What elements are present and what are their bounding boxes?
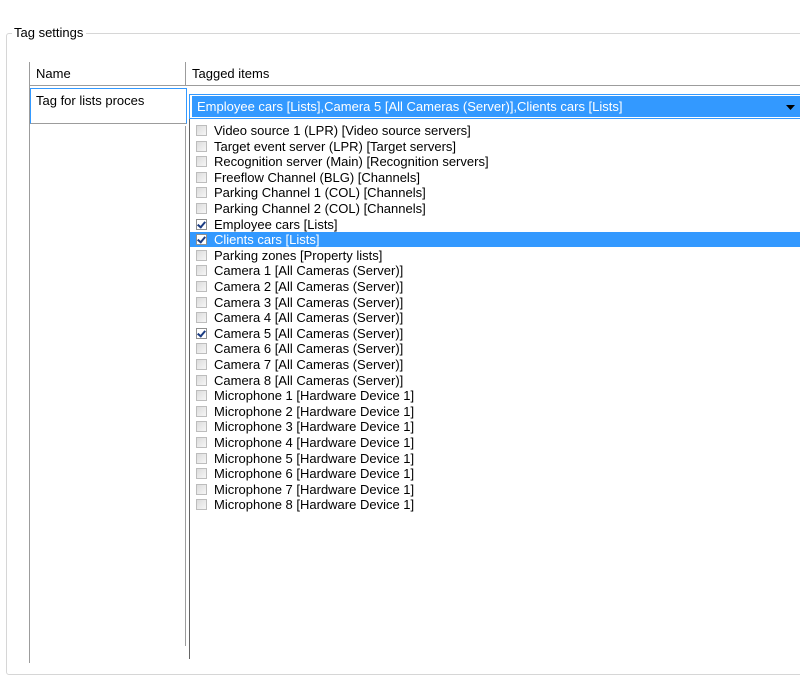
checkbox-unchecked[interactable] — [196, 203, 207, 214]
checkbox-checked[interactable] — [196, 218, 207, 230]
dropdown-item-label: Microphone 2 [Hardware Device 1] — [214, 403, 415, 419]
checkbox-unchecked[interactable] — [196, 452, 207, 464]
dropdown-item[interactable]: Parking zones [Property lists] — [190, 248, 800, 263]
checkbox-unchecked[interactable] — [196, 140, 207, 152]
dropdown-item-label: Camera 8 [All Cameras (Server)] — [214, 372, 404, 388]
checkbox-checked[interactable] — [196, 327, 207, 339]
dropdown-item[interactable]: Microphone 2 [Hardware Device 1] — [190, 404, 800, 419]
dropdown-item-label: Camera 6 [All Cameras (Server)] — [214, 341, 404, 357]
dropdown-item[interactable]: Camera 3 [All Cameras (Server)] — [190, 295, 800, 310]
dropdown-item-label: Camera 5 [All Cameras (Server)] — [214, 325, 404, 341]
dropdown-item[interactable]: Parking Channel 1 (COL) [Channels] — [190, 185, 800, 200]
checkbox-unchecked[interactable] — [196, 296, 207, 308]
checkbox-unchecked[interactable] — [196, 171, 207, 183]
checkbox-unchecked[interactable] — [196, 483, 207, 495]
dropdown-item[interactable]: Microphone 4 [Hardware Device 1] — [190, 435, 800, 450]
dropdown-item[interactable]: Microphone 7 [Hardware Device 1] — [190, 482, 800, 497]
dropdown-item[interactable]: Camera 8 [All Cameras (Server)] — [190, 373, 800, 388]
checkbox-unchecked[interactable] — [196, 281, 207, 292]
dropdown-item[interactable]: Microphone 5 [Hardware Device 1] — [190, 451, 800, 466]
dropdown-item-label: Recognition server (Main) [Recognition s… — [214, 154, 489, 170]
dropdown-item-label: Freeflow Channel (BLG) [Channels] — [214, 169, 420, 185]
dropdown-item-label: Microphone 3 [Hardware Device 1] — [214, 419, 415, 435]
checkbox-unchecked[interactable] — [196, 374, 207, 386]
dropdown-item[interactable]: Camera 6 [All Cameras (Server)] — [190, 341, 800, 356]
dropdown-item-label: Employee cars [Lists] — [214, 216, 338, 232]
checkbox-unchecked[interactable] — [196, 499, 207, 511]
dropdown-item-label: Microphone 6 [Hardware Device 1] — [214, 466, 415, 482]
dropdown-item-label: Camera 3 [All Cameras (Server)] — [214, 294, 404, 310]
dropdown-item[interactable]: Microphone 8 [Hardware Device 1] — [190, 497, 800, 512]
dropdown-item-label: Parking Channel 1 (COL) [Channels] — [214, 185, 426, 201]
checkbox-unchecked[interactable] — [196, 125, 207, 136]
dropdown-item-label: Parking zones [Property lists] — [214, 247, 383, 263]
tagged-items-value: Employee cars [Lists],Camera 5 [All Came… — [192, 96, 780, 117]
tagged-items-combobox[interactable]: Employee cars [Lists],Camera 5 [All Came… — [189, 94, 800, 119]
group-title: Tag settings — [12, 24, 87, 41]
tag-name-cell[interactable]: Tag for lists proces — [30, 88, 187, 124]
dropdown-item-label: Parking Channel 2 (COL) [Channels] — [214, 201, 426, 216]
column-header-tagged-items[interactable]: Tagged items — [186, 62, 800, 86]
dropdown-item-label: Camera 2 [All Cameras (Server)] — [214, 279, 404, 294]
checkbox-unchecked[interactable] — [196, 359, 207, 370]
checkbox-unchecked[interactable] — [196, 249, 207, 261]
dropdown-item-label: Microphone 1 [Hardware Device 1] — [214, 388, 415, 404]
dropdown-item[interactable]: Employee cars [Lists] — [190, 217, 800, 232]
dropdown-item-label: Video source 1 (LPR) [Video source serve… — [214, 123, 471, 138]
dropdown-item[interactable]: Freeflow Channel (BLG) [Channels] — [190, 170, 800, 185]
dropdown-item[interactable]: Camera 4 [All Cameras (Server)] — [190, 310, 800, 325]
dropdown-item-label: Camera 1 [All Cameras (Server)] — [214, 263, 404, 279]
dropdown-item[interactable]: Camera 2 [All Cameras (Server)] — [190, 279, 800, 294]
dropdown-item-label: Microphone 5 [Hardware Device 1] — [214, 450, 415, 466]
checkbox-unchecked[interactable] — [196, 265, 207, 277]
checkbox-unchecked[interactable] — [196, 390, 207, 402]
dropdown-item-label: Microphone 4 [Hardware Device 1] — [214, 435, 415, 450]
dropdown-item[interactable]: Camera 7 [All Cameras (Server)] — [190, 357, 800, 372]
name-column-body — [29, 126, 186, 646]
dropdown-item-label: Clients cars [Lists] — [212, 232, 322, 248]
column-header-name[interactable]: Name — [30, 62, 186, 86]
checkbox-unchecked[interactable] — [196, 437, 207, 448]
dropdown-item-label: Camera 4 [All Cameras (Server)] — [214, 310, 404, 326]
dropdown-item[interactable]: Clients cars [Lists] — [190, 232, 800, 248]
dropdown-item[interactable]: Target event server (LPR) [Target server… — [190, 139, 800, 154]
dropdown-item[interactable]: Microphone 1 [Hardware Device 1] — [190, 388, 800, 403]
checkbox-unchecked[interactable] — [196, 468, 207, 480]
dropdown-item[interactable]: Recognition server (Main) [Recognition s… — [190, 154, 800, 169]
dropdown-item[interactable]: Microphone 3 [Hardware Device 1] — [190, 419, 800, 434]
checkbox-unchecked[interactable] — [196, 343, 207, 355]
dropdown-item-label: Microphone 7 [Hardware Device 1] — [214, 481, 415, 497]
checkbox-unchecked[interactable] — [196, 156, 207, 168]
checkbox-checked[interactable] — [196, 234, 207, 246]
dropdown-item-label: Microphone 8 [Hardware Device 1] — [214, 497, 415, 513]
dropdown-item[interactable]: Video source 1 (LPR) [Video source serve… — [190, 123, 800, 138]
tagged-items-dropdown-list[interactable]: Video source 1 (LPR) [Video source serve… — [189, 119, 800, 659]
checkbox-unchecked[interactable] — [196, 187, 207, 199]
dropdown-item[interactable]: Microphone 6 [Hardware Device 1] — [190, 466, 800, 481]
checkbox-unchecked[interactable] — [196, 405, 207, 417]
dropdown-item-label: Target event server (LPR) [Target server… — [214, 138, 457, 154]
dropdown-item[interactable]: Camera 5 [All Cameras (Server)] — [190, 326, 800, 341]
dropdown-item-label: Camera 7 [All Cameras (Server)] — [214, 357, 404, 372]
chevron-down-icon — [785, 99, 795, 114]
dropdown-arrow-button[interactable] — [780, 96, 800, 117]
checkbox-unchecked[interactable] — [196, 312, 207, 324]
checkbox-unchecked[interactable] — [196, 421, 207, 433]
dropdown-item[interactable]: Camera 1 [All Cameras (Server)] — [190, 263, 800, 278]
dropdown-item[interactable]: Parking Channel 2 (COL) [Channels] — [190, 201, 800, 216]
